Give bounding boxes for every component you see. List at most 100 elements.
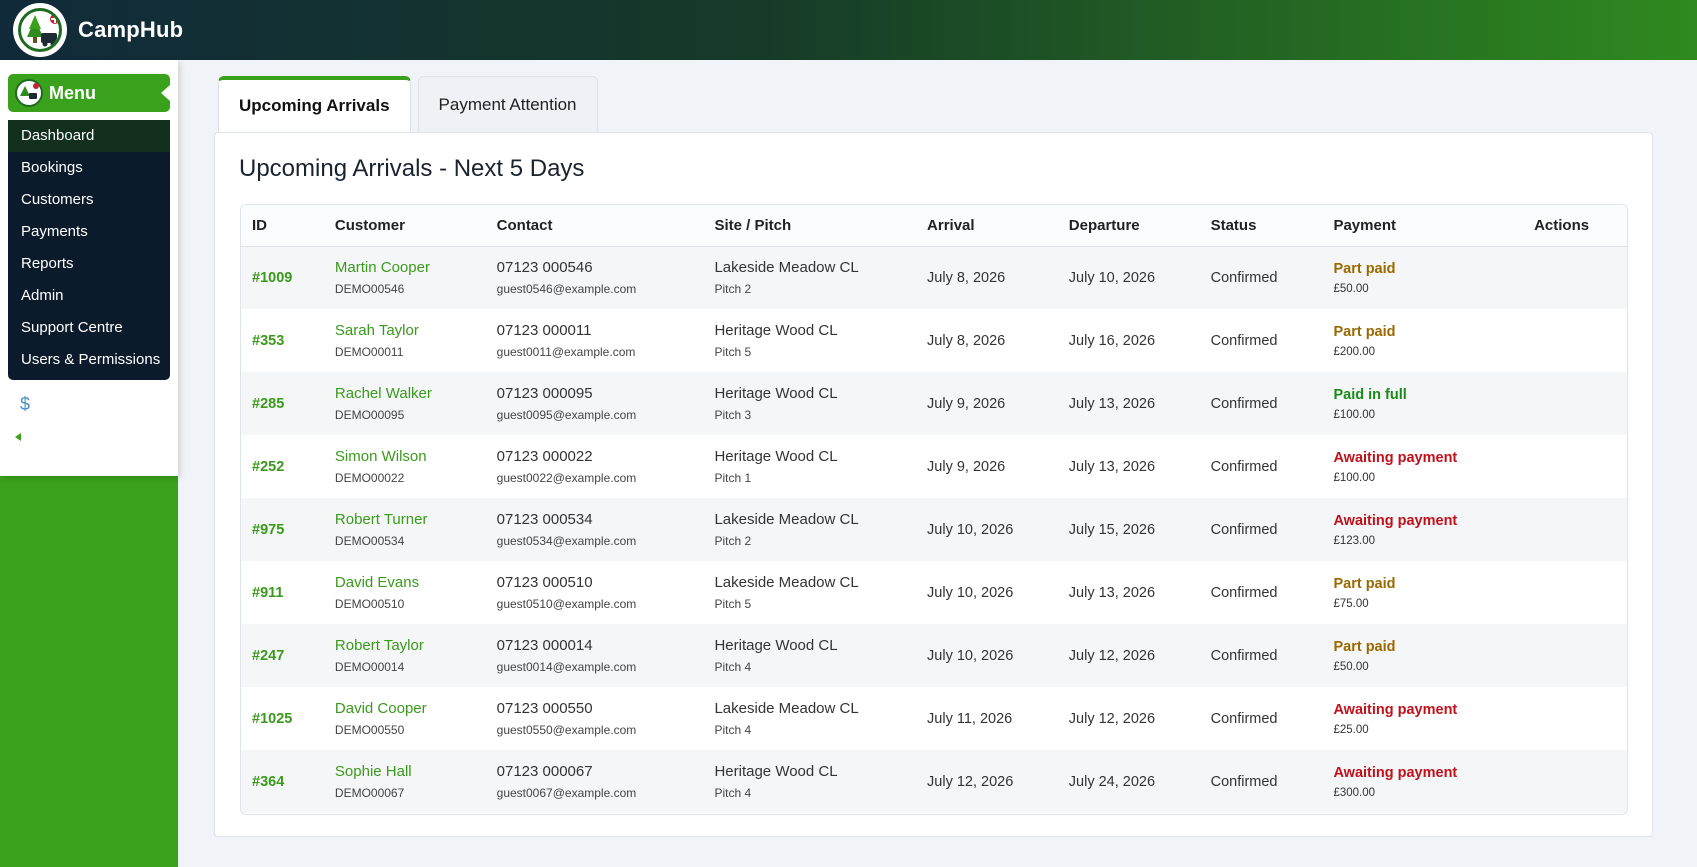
customer-name-link[interactable]: Sarah Taylor (335, 322, 486, 339)
payment-amount: £75.00 (1333, 597, 1369, 610)
cell-site-pitch: Heritage Wood CL Pitch 4 (703, 624, 917, 687)
cell-id: #975 (241, 498, 324, 561)
booking-id-link[interactable]: #252 (252, 459, 284, 475)
cell-payment: Awaiting payment £300.00 (1322, 750, 1524, 813)
table-row: #911 David Evans DEMO00510 07123 000510 gues… (241, 561, 1627, 624)
menu-list: Dashboard Bookings Customers Payments Re… (8, 120, 170, 380)
cell-departure: July 16, 2026 (1068, 332, 1156, 349)
booking-id-link[interactable]: #1025 (252, 711, 292, 727)
payment-amount: £100.00 (1333, 408, 1376, 421)
arrivals-table: ID Customer Contact Site / Pitch Arrival… (241, 205, 1627, 813)
cell-contact: 07123 000510 guest0510@example.com (486, 561, 704, 624)
booking-id-link[interactable]: #353 (252, 333, 284, 349)
sidebar-item-users-permissions[interactable]: Users & Permissions (8, 344, 170, 376)
customer-ref: DEMO00095 (334, 408, 405, 422)
cell-departure: July 13, 2026 (1068, 584, 1156, 601)
cell-status: Confirmed (1199, 246, 1323, 309)
customer-name-link[interactable]: Robert Turner (335, 511, 486, 528)
payment-amount: £25.00 (1333, 723, 1369, 736)
cell-payment: Part paid £50.00 (1322, 246, 1524, 309)
arrivals-table-wrapper: ID Customer Contact Site / Pitch Arrival… (240, 204, 1628, 815)
cell-id: #247 (241, 624, 324, 687)
customer-ref: DEMO00067 (334, 786, 405, 800)
table-row: #364 Sophie Hall DEMO00067 07123 000067 gues… (241, 750, 1627, 813)
header-departure: Departure (1057, 205, 1200, 247)
cell-contact: 07123 000014 guest0014@example.com (485, 624, 704, 687)
siteseo-link[interactable]: $ SiteSEO (8, 385, 170, 423)
camp-logo-icon[interactable] (13, 3, 67, 57)
cell-actions (1523, 498, 1627, 561)
tab-upcoming-arrivals[interactable]: Upcoming Arrivals (218, 76, 411, 132)
contact-phone: 07123 000022 (496, 448, 593, 465)
customer-name-link[interactable]: David Evans (335, 574, 486, 591)
brand-name[interactable]: CampHub (78, 17, 183, 43)
payment-status: Awaiting payment (1333, 512, 1458, 529)
table-row: #1009 Martin Cooper DEMO00546 07123 000546 g… (241, 246, 1627, 309)
cell-site-pitch: Lakeside Meadow CL Pitch 2 (703, 246, 917, 309)
booking-id-link[interactable]: #364 (252, 774, 284, 790)
cell-customer: Robert Turner DEMO00534 (323, 498, 486, 561)
cell-departure: July 13, 2026 (1057, 372, 1200, 435)
customer-name-link[interactable]: Martin Cooper (335, 259, 486, 276)
cell-id: #1009 (241, 246, 324, 309)
cell-arrival: July 8, 2026 (916, 246, 1058, 309)
table-header-row: ID Customer Contact Site / Pitch Arrival… (241, 205, 1627, 247)
sidebar-item-dashboard[interactable]: Dashboard (8, 120, 170, 152)
collapse-menu-button[interactable]: Collapse Menu (10, 428, 132, 446)
sidebar-item-reports[interactable]: Reports (8, 248, 170, 280)
customer-name-link[interactable]: David Cooper (335, 700, 486, 717)
payment-status: Awaiting payment (1333, 764, 1458, 781)
booking-id-link[interactable]: #285 (252, 396, 284, 412)
pitch-name: Pitch 2 (714, 282, 752, 297)
cell-id: #285 (241, 372, 324, 435)
contact-phone: 07123 000095 (496, 385, 593, 402)
cell-actions (1523, 246, 1627, 309)
customer-name-link[interactable]: Sophie Hall (335, 763, 486, 780)
cell-arrival: July 11, 2026 (927, 710, 1013, 727)
contact-email: guest0022@example.com (496, 471, 637, 485)
site-name: Lakeside Meadow CL (714, 700, 859, 717)
menu-header[interactable]: Menu (8, 74, 170, 112)
cell-departure: July 24, 2026 (1057, 750, 1200, 813)
payment-amount: £300.00 (1333, 786, 1376, 799)
sidebar-item-payments[interactable]: Payments (8, 216, 170, 248)
cell-arrival: July 9, 2026 (927, 458, 1006, 475)
cell-site-pitch: Lakeside Meadow CL Pitch 4 (703, 687, 916, 750)
cell-contact: 07123 000067 guest0067@example.com (485, 750, 704, 813)
contact-email: guest0095@example.com (496, 408, 637, 422)
cell-arrival: July 8, 2026 (927, 332, 1006, 349)
pitch-name: Pitch 5 (714, 597, 752, 611)
site-name: Lakeside Meadow CL (714, 259, 859, 277)
booking-id-link[interactable]: #247 (252, 648, 284, 664)
booking-id-link[interactable]: #911 (252, 585, 283, 601)
customer-ref: DEMO00546 (334, 282, 405, 297)
customer-name-link[interactable]: Simon Wilson (335, 448, 486, 465)
payment-status: Part paid (1333, 575, 1396, 592)
tab-payment-attention[interactable]: Payment Attention (417, 76, 598, 132)
sidebar-item-admin[interactable]: Admin (8, 280, 170, 312)
customer-name-link[interactable]: Robert Taylor (335, 637, 486, 654)
cell-departure: July 12, 2026 (1057, 624, 1200, 687)
customer-name-link[interactable]: Rachel Walker (335, 385, 486, 402)
site-name: Heritage Wood CL (714, 448, 838, 465)
header-id: ID (241, 205, 324, 247)
sidebar-item-bookings[interactable]: Bookings (8, 152, 170, 184)
sidebar-item-support-centre[interactable]: Support Centre (8, 312, 170, 344)
arrivals-card: Upcoming Arrivals - Next 5 Days ID Custo… (214, 132, 1653, 837)
site-name: Lakeside Meadow CL (714, 511, 859, 528)
payment-amount: £200.00 (1333, 345, 1376, 358)
header-arrival: Arrival (916, 205, 1058, 247)
cell-departure: July 13, 2026 (1068, 458, 1156, 475)
header-status: Status (1199, 205, 1323, 247)
cell-payment: Awaiting payment £123.00 (1322, 498, 1524, 561)
booking-id-link[interactable]: #1009 (252, 270, 292, 286)
booking-id-link[interactable]: #975 (252, 522, 284, 538)
sidebar-item-customers[interactable]: Customers (8, 184, 170, 216)
cell-site-pitch: Lakeside Meadow CL Pitch 2 (703, 498, 917, 561)
siteseo-icon: $ (20, 393, 31, 414)
cell-status: Confirmed (1210, 332, 1278, 349)
cell-site-pitch: Heritage Wood CL Pitch 4 (703, 750, 917, 813)
pitch-name: Pitch 5 (714, 345, 752, 359)
header-contact: Contact (485, 205, 704, 247)
cell-status: Confirmed (1210, 458, 1278, 475)
